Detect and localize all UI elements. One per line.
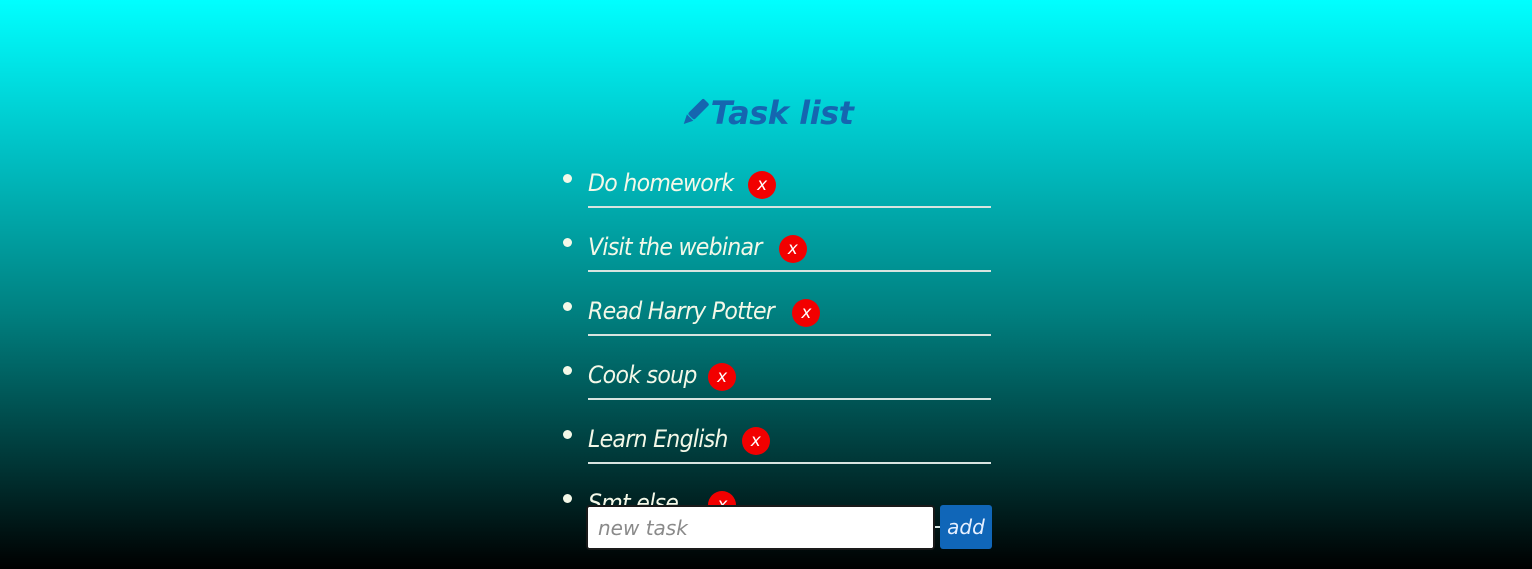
task-list: Do homework x Visit the webinar x Read H… bbox=[563, 152, 991, 536]
task-label: Read Harry Potter bbox=[588, 297, 775, 325]
task-label: Learn English bbox=[588, 425, 728, 453]
list-item: Learn English x bbox=[563, 408, 991, 464]
delete-task-button[interactable]: x bbox=[748, 171, 777, 199]
delete-task-button[interactable]: x bbox=[741, 427, 770, 455]
task-label: Visit the webinar bbox=[588, 233, 762, 261]
list-item: Cook soup x bbox=[563, 344, 991, 400]
delete-task-button[interactable]: x bbox=[708, 363, 737, 391]
delete-task-button[interactable]: x bbox=[778, 235, 807, 263]
new-task-input[interactable] bbox=[586, 505, 935, 550]
add-task-button[interactable]: add bbox=[940, 505, 992, 549]
list-item: Read Harry Potter x bbox=[563, 280, 991, 336]
list-item: Visit the webinar x bbox=[563, 216, 991, 272]
title-text: Task list bbox=[710, 94, 854, 133]
pencil-icon bbox=[679, 95, 709, 125]
new-task-form: add bbox=[586, 505, 992, 550]
task-label: Cook soup bbox=[588, 361, 697, 389]
delete-task-button[interactable]: x bbox=[792, 299, 821, 327]
list-item: Do homework x bbox=[563, 152, 991, 208]
page-title: Task list bbox=[0, 91, 1532, 135]
task-label: Do homework bbox=[588, 169, 734, 197]
